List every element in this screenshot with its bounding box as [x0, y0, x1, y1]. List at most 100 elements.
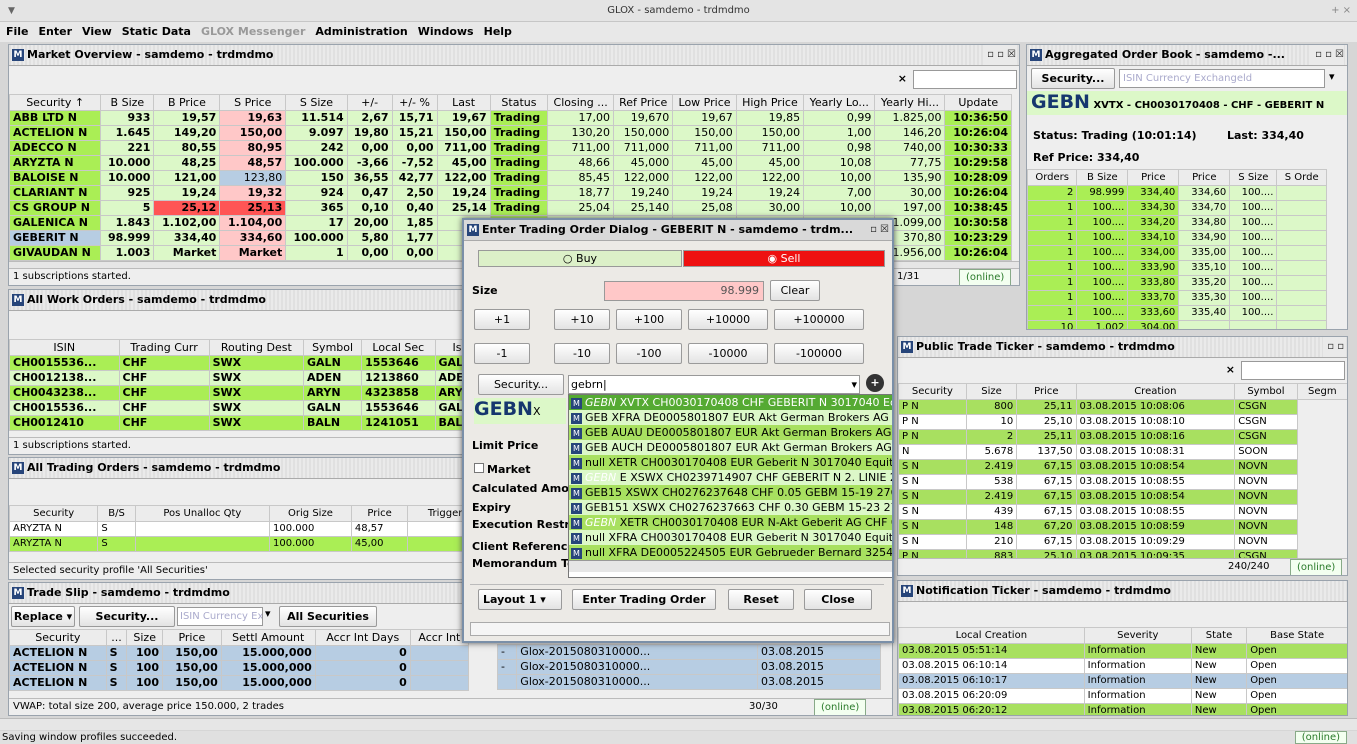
dialog-controls[interactable]: ▫ ☒ [866, 220, 889, 240]
close-button[interactable]: Close [804, 589, 872, 610]
suggestion-item[interactable]: M GEBN XETR CH0030170408 EUR N-Akt Geberi… [569, 515, 892, 530]
table-row[interactable]: CH0015536...CHFSWXGALN1553646GALENI [9, 355, 497, 371]
suggestion-item[interactable]: M GEB AUCH DE0005801807 EUR Akt German Br… [569, 440, 892, 455]
column-header[interactable]: Size [126, 629, 163, 646]
filter-input[interactable] [1241, 361, 1345, 380]
table-row[interactable]: P N 10 25,10 03.08.2015 10:08:10 CSGN [898, 414, 1348, 430]
column-header[interactable]: S Size [1229, 169, 1278, 186]
all-securities-button[interactable]: All Securities [279, 606, 377, 627]
column-header[interactable]: Security [9, 505, 99, 522]
column-header[interactable]: Segm [1296, 383, 1347, 400]
menu-item[interactable]: GLOX Messenger [201, 25, 305, 38]
suggestion-item[interactable]: Mnull XFRA DE0005224505 EUR Gebrueder Be… [569, 545, 892, 560]
table-row[interactable]: ARYZTA N S 100.000 48,57 [9, 521, 497, 537]
decrement-button[interactable]: -10 [554, 343, 610, 364]
decrement-button[interactable]: -10000 [688, 343, 768, 364]
suggestion-item[interactable]: M GEB XFRA DE0005801807 EUR Akt German Br… [569, 410, 892, 425]
suggestion-item[interactable]: M GEB151 XSWX CH0276237663 CHF 0.30 GEBM … [569, 500, 892, 515]
table-row[interactable]: S N 439 67,15 03.08.2015 10:08:55 NOVN [898, 504, 1348, 520]
sell-radio[interactable]: ◉ Sell [683, 250, 885, 267]
table-row[interactable]: ACTELION N 1.645 149,20 150,00 9.097 19,80 15,… [9, 125, 1012, 141]
column-header[interactable]: High Price [735, 94, 805, 111]
table-row[interactable]: 03.08.2015 06:20:09 Information New Open [898, 688, 1347, 704]
table-row[interactable]: CS GROUP N 5 25,12 25,13 365 0,10 0,40 25,14 Tra… [9, 200, 1012, 216]
table-row[interactable]: S N 2.419 67,15 03.08.2015 10:08:54 NOVN [898, 459, 1348, 475]
increment-button[interactable]: +10 [554, 309, 610, 330]
column-header[interactable]: S Price [219, 94, 287, 111]
column-header[interactable]: ... [105, 629, 128, 646]
table-row[interactable]: ARYZTA N S 100.000 45,00 [9, 536, 497, 552]
table-row[interactable]: 1 100.... 333,60 335,40 100.... [1027, 305, 1327, 321]
column-header[interactable]: Pos Unalloc Qty [134, 505, 271, 522]
table-row[interactable]: S N 2.419 67,15 03.08.2015 10:08:54 NOVN [898, 489, 1348, 505]
main-horizontal-scrollbar[interactable] [0, 718, 1357, 730]
add-icon[interactable]: + [866, 374, 884, 392]
table-row[interactable]: Glox-2015080310000... 03.08.2015 [496, 674, 882, 690]
security-input[interactable]: ISIN Currency Exc [177, 607, 263, 626]
column-header[interactable]: S Size [285, 94, 348, 111]
table-row[interactable]: 10 1.002 304,00 [1027, 320, 1327, 329]
buy-radio[interactable]: ○ Buy [478, 250, 682, 267]
replace-dropdown[interactable]: Replace ▾ [11, 606, 75, 627]
column-header[interactable]: Accr Int [409, 629, 470, 646]
table-row[interactable]: 1 100.... 334,20 334,80 100.... [1027, 215, 1327, 231]
column-header[interactable]: Ref Price [613, 94, 674, 111]
menu-item[interactable]: View [82, 25, 112, 38]
filter-input[interactable] [913, 70, 1017, 89]
column-header[interactable]: Security ↑ [9, 94, 102, 111]
suggestion-item[interactable]: M GEB15 XSWX CH0276237648 CHF 0.05 GEBM 1… [569, 485, 892, 500]
column-header[interactable]: Settl Amount [220, 629, 316, 646]
menu-item[interactable]: Static Data [122, 25, 191, 38]
table-row[interactable]: CH0012410 CHF SWX BALN 1241051 BALOIS [9, 415, 497, 431]
column-header[interactable]: Update [944, 94, 1012, 111]
column-header[interactable]: Low Price [672, 94, 737, 111]
enter-order-button[interactable]: Enter Trading Order [572, 589, 716, 610]
increment-button[interactable]: +10000 [688, 309, 768, 330]
column-header[interactable]: Symbol [303, 339, 363, 356]
column-header[interactable]: Symbol [1234, 383, 1298, 400]
window-menu-icon[interactable]: ▼ [8, 0, 15, 22]
suggestion-item[interactable]: M GEBN XVTX CH0030170408 CHF GEBERIT N 30… [569, 395, 892, 410]
column-header[interactable]: Closing ... [547, 94, 615, 111]
column-header[interactable]: State [1190, 627, 1248, 644]
column-header[interactable]: Trading Curr [118, 339, 210, 356]
column-header[interactable]: S Orde [1276, 169, 1327, 186]
column-header[interactable]: Orders [1027, 169, 1078, 186]
column-header[interactable]: B/S [97, 505, 136, 522]
increment-button[interactable]: +1 [474, 309, 530, 330]
column-header[interactable]: Price [1016, 383, 1077, 400]
table-row[interactable]: CH0043238... CHF SWX ARYN 4323858 ARYZ [9, 385, 497, 401]
layout-dropdown[interactable]: Layout 1 ▾ [478, 589, 562, 610]
table-row[interactable]: ACTELION N S 100 150,00 15.000,000 0 [9, 645, 470, 661]
clear-button[interactable]: Clear [770, 280, 820, 301]
table-row[interactable]: P N 800 25,11 03.08.2015 10:08:06 CSGN [898, 399, 1348, 415]
table-row[interactable]: 1 100.... 334,00 335,00 100.... [1027, 245, 1327, 261]
table-row[interactable]: 03.08.2015 05:51:14 Information New Open [898, 643, 1347, 659]
column-header[interactable]: Security [9, 629, 107, 646]
suggestion-item[interactable]: M GEB AUAU DE0005801807 EUR Akt German Br… [569, 425, 892, 440]
window-controls[interactable]: + × [1331, 0, 1351, 22]
table-row[interactable]: 1 100.... 333,80 335,20 100.... [1027, 275, 1327, 291]
table-row[interactable]: S N 148 67,20 03.08.2015 10:08:59 NOVN [898, 519, 1348, 535]
table-row[interactable]: CH0015536...CHFSWXGALN1553646GALENI [9, 400, 497, 416]
reset-button[interactable]: Reset [728, 589, 794, 610]
menu-item[interactable]: Enter [39, 25, 73, 38]
column-header[interactable]: +/- [346, 94, 393, 111]
frame-controls[interactable]: ▫ ▫ ☒ [983, 45, 1016, 65]
frame-controls[interactable]: ▫ ▫ ☒ [1311, 45, 1344, 65]
column-header[interactable]: Accr Int Days [314, 629, 411, 646]
suggestion-item[interactable]: Mnull XFRA CH0030170408 EUR Geberit N 30… [569, 530, 892, 545]
size-input[interactable]: 98.999 [604, 281, 764, 301]
column-header[interactable]: Price [350, 505, 409, 522]
table-row[interactable]: BALOISE N 10.000 121,00 123,80 150 36,55 42,77… [9, 170, 1012, 186]
column-header[interactable]: Base State [1246, 627, 1347, 644]
table-row[interactable]: ACTELION N S 100 150,00 15.000,000 0 [9, 675, 470, 691]
column-header[interactable]: Price [1178, 169, 1231, 186]
decrement-button[interactable]: -100000 [774, 343, 864, 364]
column-header[interactable]: Status [489, 94, 549, 111]
chevron-down-icon[interactable]: ▾ [265, 607, 271, 620]
table-row[interactable]: 2 98.999 334,40 334,60 100.... [1027, 185, 1327, 201]
table-row[interactable]: CH0012138... CHF SWX ADEN 1213860 ADECC [9, 370, 497, 386]
table-row[interactable]: 03.08.2015 06:10:14 Information New Open [898, 658, 1347, 674]
column-header[interactable]: ISIN [9, 339, 120, 356]
